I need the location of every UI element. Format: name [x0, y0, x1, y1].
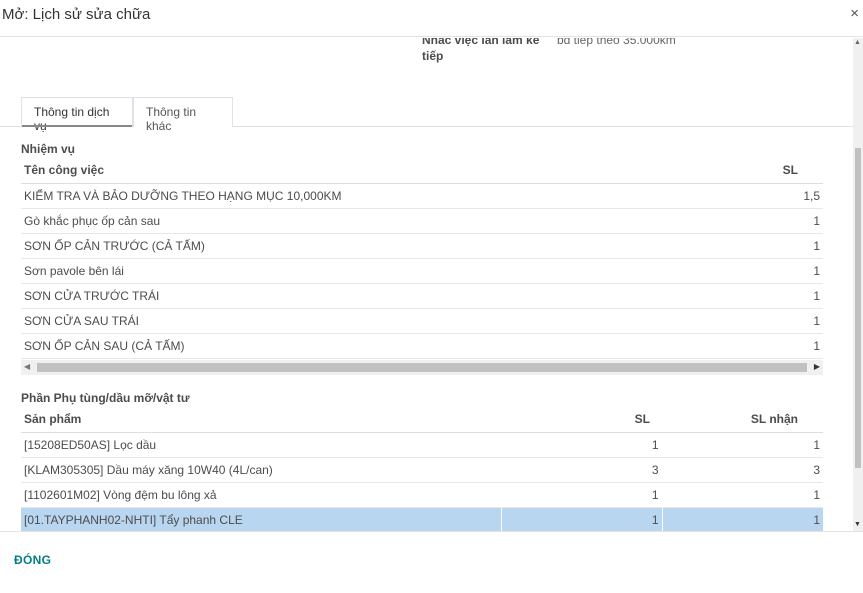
scrollbar-thumb[interactable] [37, 363, 807, 372]
part-product-cell[interactable]: [01.TAYPHANH02-NHTI] Tẩy phanh CLE [21, 507, 502, 531]
task-qty-cell[interactable]: 1 [667, 233, 823, 259]
task-name-cell[interactable]: Sơn pavole bên lái [21, 258, 669, 284]
close-icon[interactable]: × [850, 5, 859, 22]
table-row[interactable]: Sơn pavole bên lái 1 [21, 258, 823, 284]
table-header-row: Sản phẩm SL SL nhận [21, 406, 823, 433]
task-name-cell[interactable]: Gò khắc phục ốp cản sau [21, 208, 669, 234]
tab-bar: Thông tin dịch vụ Thông tin khác [0, 97, 853, 133]
table-row[interactable]: KIỂM TRA VÀ BẢO DƯỠNG THEO HẠNG MỤC 10,0… [21, 182, 823, 209]
table-row[interactable]: [15208ED50AS] Lọc dầu 1 1 [21, 431, 823, 458]
parts-table: Sản phẩm SL SL nhận [15208ED50AS] Lọc dầ… [21, 406, 823, 531]
part-product-cell[interactable]: [KLAM305305] Dầu máy xăng 10W40 (4L/can) [21, 457, 502, 483]
reminder-label: Nhắc việc lần làm kế tiếp [422, 38, 540, 63]
part-qty-cell[interactable]: 1 [501, 482, 663, 508]
part-qty-cell[interactable]: 1 [501, 431, 663, 458]
tab-other-info[interactable]: Thông tin khác [133, 97, 233, 133]
table-row[interactable]: [1102601M02] Vòng đệm bu lông xả 1 1 [21, 482, 823, 508]
horizontal-scrollbar[interactable]: ◀ ▶ [21, 360, 823, 375]
table-row[interactable]: SƠN ỐP CẢN TRƯỚC (CẢ TẤM) 1 [21, 233, 823, 259]
table-header-row: Tên công việc SL [21, 157, 823, 184]
part-product-cell[interactable]: [1102601M02] Vòng đệm bu lông xả [21, 482, 502, 508]
close-button[interactable]: ĐÓNG [14, 553, 51, 567]
reminder-value: bd tiếp theo 35.000km [557, 38, 676, 47]
task-name-cell[interactable]: KIỂM TRA VÀ BẢO DƯỠNG THEO HẠNG MỤC 10,0… [21, 182, 669, 209]
part-qty-cell[interactable]: 3 [501, 457, 663, 483]
task-qty-cell[interactable]: 1,5 [667, 182, 823, 209]
task-qty-cell[interactable]: 1 [667, 283, 823, 309]
parts-section-title: Phần Phụ tùng/dầu mỡ/vật tư [21, 391, 190, 405]
table-row[interactable]: SƠN CỬA TRƯỚC TRÁI 1 [21, 283, 823, 309]
table-row[interactable]: SƠN ỐP CẢN SAU (CẢ TẤM) 1 [21, 333, 823, 359]
part-product-cell[interactable]: [15208ED50AS] Lọc dầu [21, 431, 502, 458]
scroll-down-icon[interactable]: ▼ [854, 521, 861, 528]
part-qty-cell[interactable]: 1 [501, 507, 663, 531]
part-qty-received-cell[interactable]: 3 [662, 457, 823, 483]
modal-body: Nhắc việc lần làm kế tiếp bd tiếp theo 3… [0, 38, 863, 531]
column-header-task-name[interactable]: Tên công việc [21, 157, 668, 184]
scroll-left-icon[interactable]: ◀ [24, 362, 30, 371]
part-qty-received-cell[interactable]: 1 [662, 431, 823, 458]
table-row[interactable]: [01.TAYPHANH02-NHTI] Tẩy phanh CLE 1 1 [21, 507, 823, 531]
table-row[interactable]: SƠN CỬA SAU TRÁI 1 [21, 308, 823, 334]
modal-footer: ĐÓNG [0, 531, 863, 593]
column-header-qty[interactable]: SL [667, 157, 823, 184]
column-header-qty-received[interactable]: SL nhận [662, 406, 823, 433]
task-name-cell[interactable]: SƠN CỬA SAU TRÁI [21, 308, 669, 334]
task-name-cell[interactable]: SƠN ỐP CẢN SAU (CẢ TẤM) [21, 333, 669, 359]
task-qty-cell[interactable]: 1 [667, 308, 823, 334]
task-qty-cell[interactable]: 1 [667, 333, 823, 359]
modal-header: Mở: Lịch sử sửa chữa × [0, 0, 863, 37]
scroll-up-icon[interactable]: ▲ [854, 39, 861, 46]
task-qty-cell[interactable]: 1 [667, 258, 823, 284]
task-name-cell[interactable]: SƠN ỐP CẢN TRƯỚC (CẢ TẤM) [21, 233, 669, 259]
modal-title: Mở: Lịch sử sửa chữa [2, 6, 151, 23]
table-row[interactable]: Gò khắc phục ốp cản sau 1 [21, 208, 823, 234]
tab-label: Thông tin khác [146, 105, 197, 133]
scrollbar-thumb[interactable] [855, 148, 861, 468]
task-name-cell[interactable]: SƠN CỬA TRƯỚC TRÁI [21, 283, 669, 309]
active-tab-indicator [22, 125, 132, 127]
vertical-scrollbar[interactable]: ▲ ▼ [853, 38, 863, 531]
task-qty-cell[interactable]: 1 [667, 208, 823, 234]
column-header-qty[interactable]: SL [501, 406, 662, 433]
part-qty-received-cell[interactable]: 1 [662, 507, 823, 531]
part-qty-received-cell[interactable]: 1 [662, 482, 823, 508]
column-header-product[interactable]: Sản phẩm [21, 406, 501, 433]
tasks-table: Tên công việc SL KIỂM TRA VÀ BẢO DƯỠNG T… [21, 157, 823, 359]
scroll-right-icon[interactable]: ▶ [814, 362, 820, 371]
tasks-section-title: Nhiệm vụ [21, 142, 76, 156]
table-row[interactable]: [KLAM305305] Dầu máy xăng 10W40 (4L/can)… [21, 457, 823, 483]
tab-service-info[interactable]: Thông tin dịch vụ [21, 97, 133, 133]
tab-label: Thông tin dịch vụ [34, 105, 110, 133]
